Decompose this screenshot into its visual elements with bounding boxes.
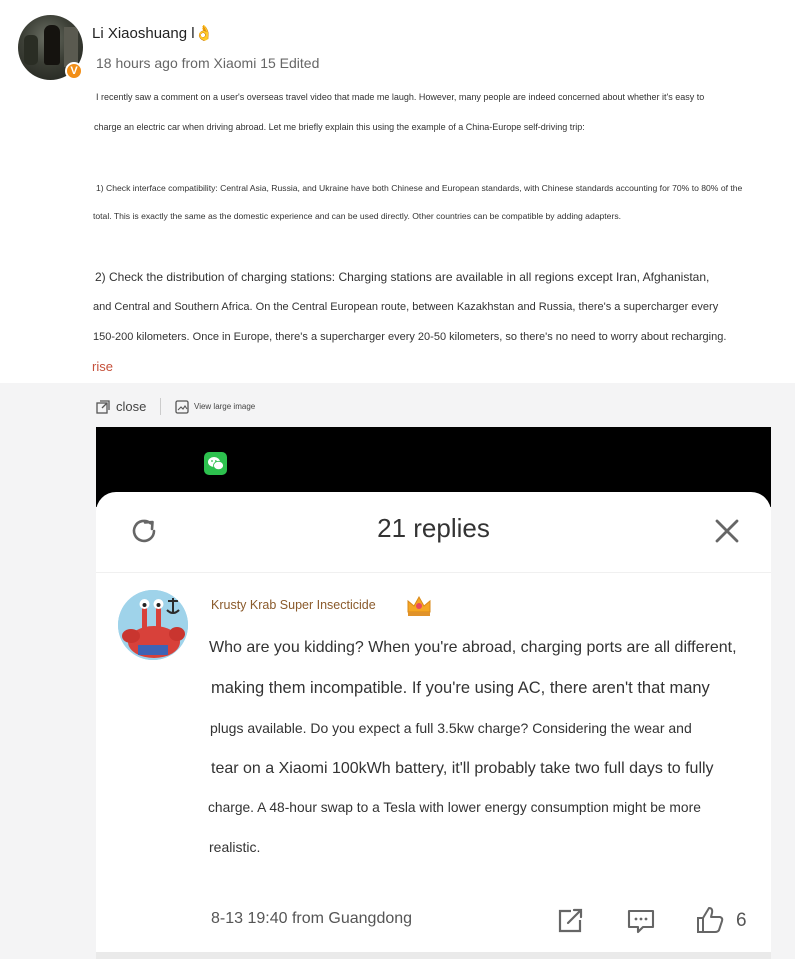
close-label[interactable]: close [116, 399, 146, 414]
verified-badge: V [65, 62, 83, 80]
expand-icon [96, 400, 110, 414]
wechat-icon [204, 452, 227, 475]
reply-line-2: making them incompatible. If you're usin… [211, 679, 710, 697]
commenter-avatar[interactable] [118, 590, 188, 660]
collapse-button[interactable] [96, 400, 110, 419]
image-icon [175, 400, 189, 414]
author-name-text: Li Xiaoshuang l [92, 25, 195, 42]
share-icon[interactable] [557, 908, 585, 934]
author-name[interactable]: Li Xiaoshuang l👌 [92, 24, 213, 42]
card-header-divider [96, 572, 771, 573]
expand-link[interactable]: rise [92, 359, 113, 374]
comment-icon[interactable] [627, 908, 655, 934]
post-line-1: I recently saw a comment on a user's ove… [96, 92, 705, 102]
reply-line-1: Who are you kidding? When you're abroad,… [209, 639, 737, 656]
post-meta: 18 hours ago from Xiaomi 15 Edited [96, 55, 320, 71]
post-line-6: and Central and Southern Africa. On the … [93, 301, 719, 313]
post-line-5: 2) Check the distribution of charging st… [95, 270, 710, 284]
close-icon[interactable] [711, 515, 743, 547]
post-line-3: 1) Check interface compatibility: Centra… [96, 183, 743, 193]
post-line-2: charge an electric car when driving abro… [94, 122, 585, 132]
bottom-divider [96, 952, 771, 959]
toolbar-divider [160, 398, 161, 415]
post-line-4: total. This is exactly the same as the d… [93, 211, 622, 221]
like-count: 6 [736, 910, 747, 931]
thumbs-up-icon[interactable] [695, 905, 725, 935]
reply-line-5: charge. A 48-hour swap to a Tesla with l… [208, 800, 701, 815]
view-large-label[interactable]: View large image [194, 402, 255, 411]
reply-line-3: plugs available. Do you expect a full 3.… [210, 720, 692, 736]
replies-title: 21 replies [377, 513, 490, 543]
commenter-name[interactable]: Krusty Krab Super Insecticide [211, 598, 376, 612]
reply-line-6: realistic. [209, 839, 261, 855]
ok-hand-emoji: 👌 [194, 25, 214, 42]
crown-icon [407, 595, 431, 616]
comment-meta: 8-13 19:40 from Guangdong [211, 910, 413, 927]
reply-line-4: tear on a Xiaomi 100kWh battery, it'll p… [211, 760, 714, 777]
post-line-7: 150-200 kilometers. Once in Europe, ther… [93, 331, 727, 343]
view-large-button[interactable] [175, 400, 189, 419]
